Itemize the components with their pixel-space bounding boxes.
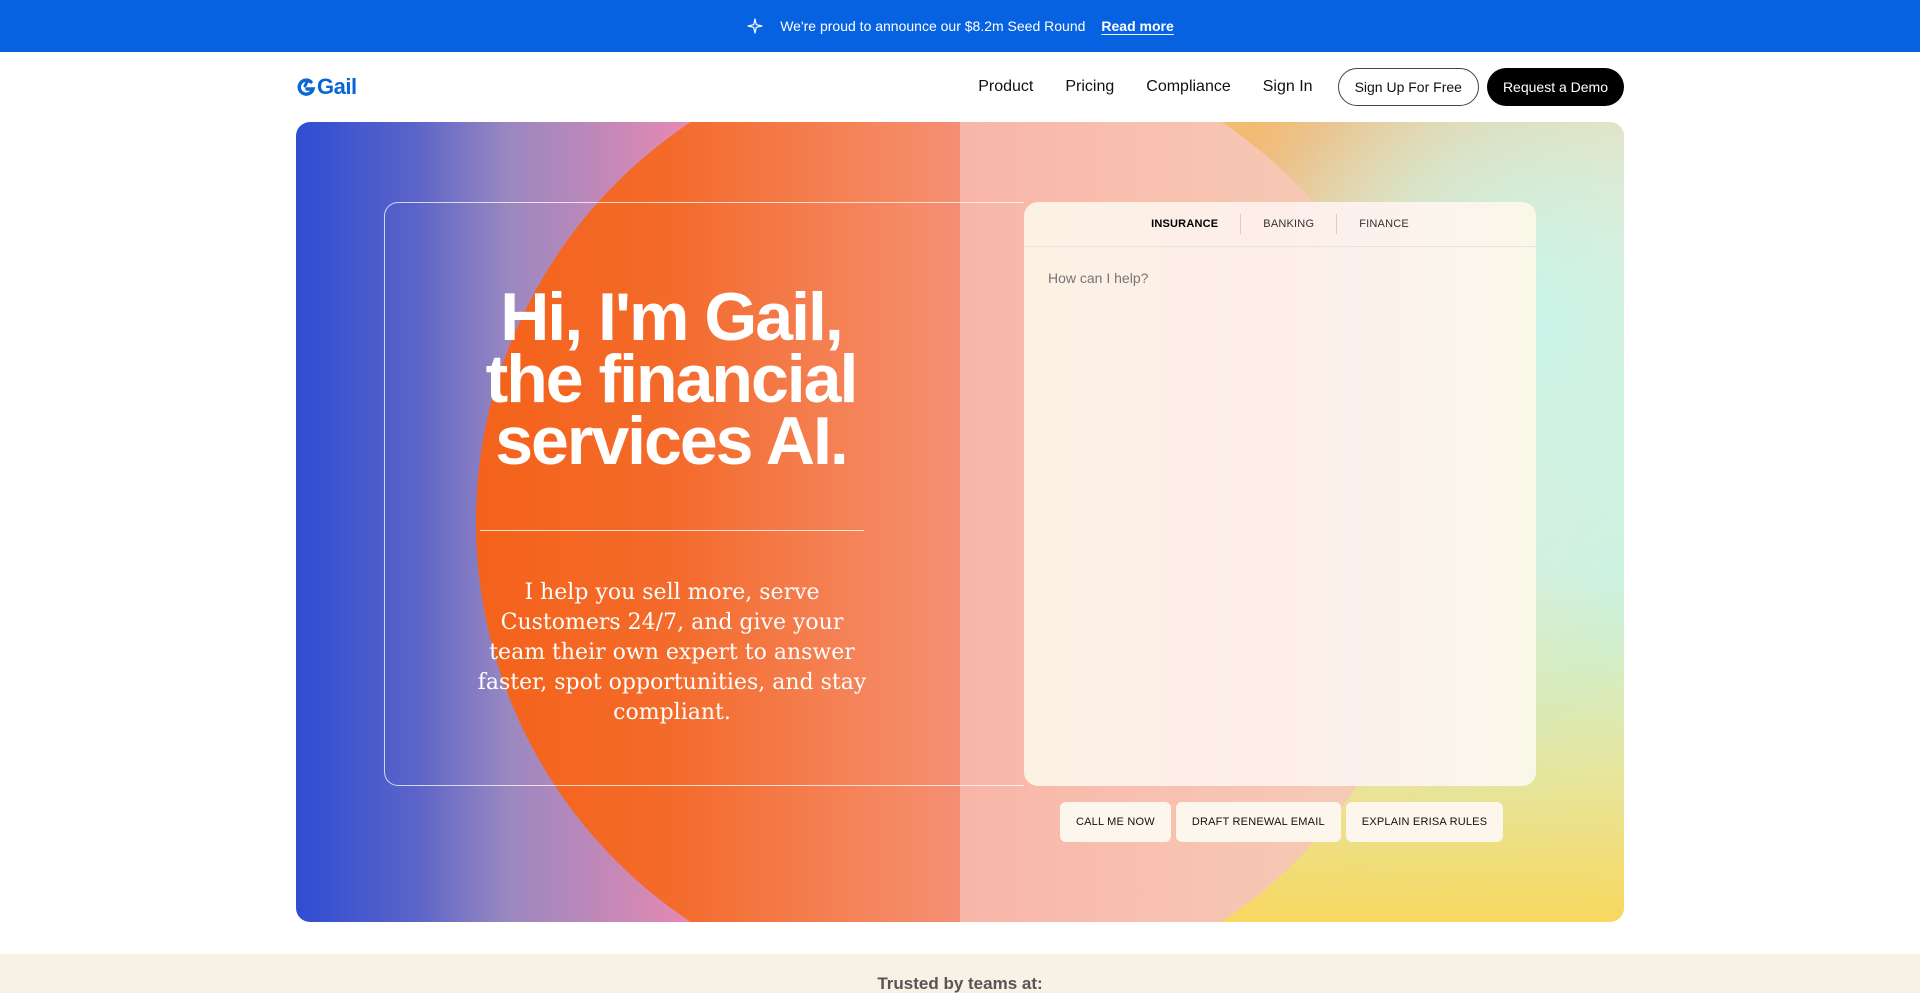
nav-item-compliance[interactable]: Compliance <box>1146 78 1230 96</box>
tab-finance[interactable]: FINANCE <box>1337 218 1431 230</box>
logo-mark-icon <box>297 78 316 96</box>
tab-insurance[interactable]: INSURANCE <box>1129 218 1240 230</box>
hero-headline: Hi, I'm Gail, the financial services AI. <box>466 283 876 475</box>
hero-subtext: I help you sell more, serve Customers 24… <box>477 580 867 725</box>
nav-item-pricing[interactable]: Pricing <box>1065 78 1114 96</box>
announcement-text: We're proud to announce our $8.2m Seed R… <box>780 18 1086 34</box>
chat-panel: INSURANCE BANKING FINANCE <box>1024 202 1536 786</box>
chat-tabs: INSURANCE BANKING FINANCE <box>1024 202 1536 247</box>
hero-divider <box>480 530 864 531</box>
nav-menu: Product Pricing Compliance Sign In Sign … <box>978 68 1624 106</box>
nav-item-product[interactable]: Product <box>978 78 1033 96</box>
suggestion-chips: CALL ME NOW DRAFT RENEWAL EMAIL EXPLAIN … <box>1060 802 1504 842</box>
trusted-section: Trusted by teams at: <box>0 954 1920 993</box>
call-me-now-button[interactable]: CALL ME NOW <box>1060 802 1171 842</box>
explain-erisa-rules-button[interactable]: EXPLAIN ERISA RULES <box>1345 802 1504 842</box>
sparkle-icon <box>746 17 764 35</box>
trusted-label: Trusted by teams at: <box>877 974 1043 993</box>
request-demo-button[interactable]: Request a Demo <box>1486 68 1624 106</box>
top-navigation: Gail Product Pricing Compliance Sign In … <box>0 52 1920 122</box>
draft-renewal-email-button[interactable]: DRAFT RENEWAL EMAIL <box>1175 802 1341 842</box>
read-more-link[interactable]: Read more <box>1101 18 1173 34</box>
headline-line-3: services AI. <box>495 403 849 479</box>
nav-item-sign-in[interactable]: Sign In <box>1263 78 1313 96</box>
sign-up-button[interactable]: Sign Up For Free <box>1337 68 1479 106</box>
logo-text: Gail <box>317 74 357 99</box>
announcement-bar: We're proud to announce our $8.2m Seed R… <box>0 0 1920 52</box>
tab-banking[interactable]: BANKING <box>1241 218 1336 230</box>
chat-input[interactable] <box>1048 270 1508 286</box>
logo[interactable]: Gail <box>296 74 357 100</box>
hero-section: Hi, I'm Gail, the financial services AI.… <box>296 122 1624 922</box>
